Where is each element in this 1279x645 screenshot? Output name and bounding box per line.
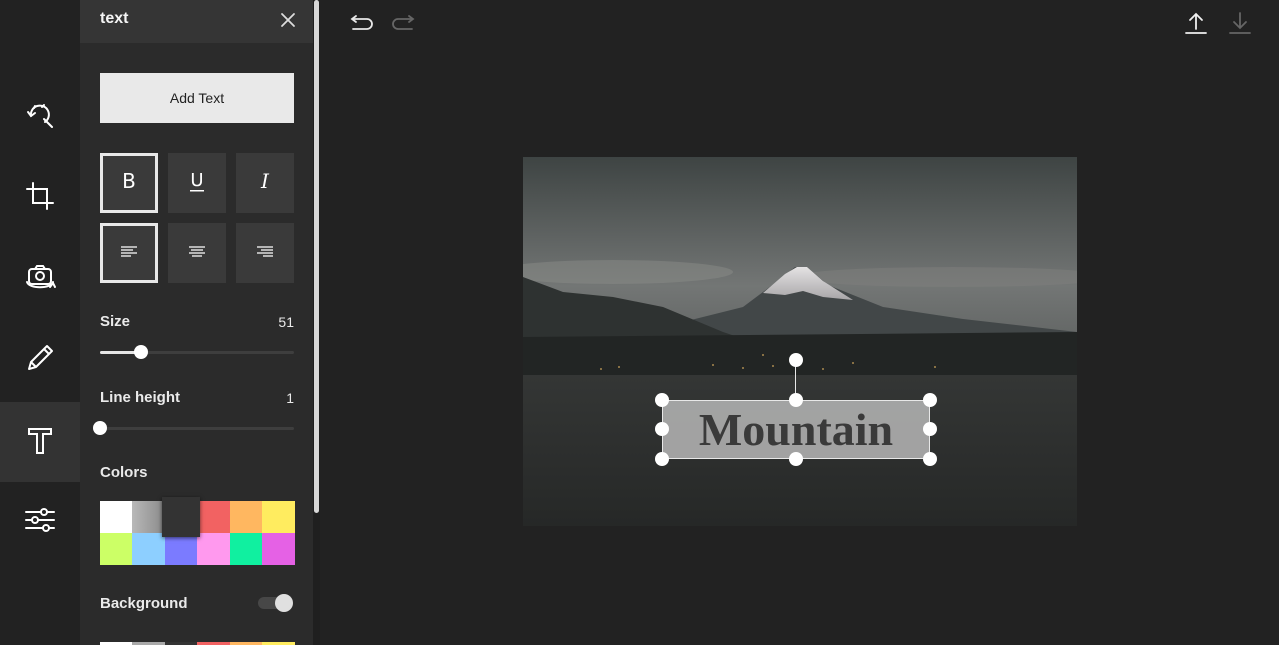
size-slider-knob[interactable] xyxy=(134,345,148,359)
photo-editor-app: text Add Text B U I Size 51 Line height … xyxy=(0,0,1279,645)
resize-handle-right[interactable] xyxy=(923,422,937,436)
background-toggle-knob xyxy=(275,594,293,612)
color-swatch[interactable] xyxy=(262,533,295,565)
canvas-text-box[interactable]: Mountain xyxy=(662,400,930,459)
align-left-icon xyxy=(117,239,141,268)
align-right-icon xyxy=(253,239,277,268)
bold-icon: B xyxy=(117,169,141,198)
background-color-swatches xyxy=(100,640,295,645)
canvas-text[interactable]: Mountain xyxy=(699,406,893,453)
canvas-image[interactable] xyxy=(523,157,1077,526)
panel-header: text xyxy=(80,0,313,43)
resize-handle-bottom[interactable] xyxy=(789,452,803,466)
color-swatch[interactable] xyxy=(100,501,133,533)
crop-icon xyxy=(23,179,57,218)
svg-text:I: I xyxy=(260,169,270,193)
text-panel: text Add Text B U I Size 51 Line height … xyxy=(80,0,313,645)
undo-icon[interactable] xyxy=(347,11,373,37)
download-icon[interactable] xyxy=(1227,10,1253,36)
underline-button[interactable]: U xyxy=(168,153,226,213)
line-height-label: Line height xyxy=(100,389,180,406)
color-swatch[interactable] xyxy=(262,501,295,533)
tool-auto-enhance[interactable] xyxy=(0,77,80,157)
size-value: 51 xyxy=(278,314,294,330)
resize-handle-top-left[interactable] xyxy=(655,393,669,407)
align-right-button[interactable] xyxy=(236,223,294,283)
color-swatch[interactable] xyxy=(229,501,263,533)
tool-text[interactable] xyxy=(0,402,80,482)
colors-label: Colors xyxy=(100,464,148,481)
rotate-camera-icon xyxy=(23,260,57,299)
adjust-sliders-icon xyxy=(23,503,57,542)
color-swatch[interactable] xyxy=(132,501,166,533)
color-swatch[interactable] xyxy=(197,533,231,565)
panel-title: text xyxy=(100,10,129,27)
color-swatch[interactable] xyxy=(132,533,166,565)
pencil-icon xyxy=(23,341,57,380)
size-label: Size xyxy=(100,313,131,330)
panel-scrollbar-thumb[interactable] xyxy=(314,0,319,513)
italic-icon: I xyxy=(253,169,277,198)
color-swatch[interactable] xyxy=(164,533,198,565)
tool-draw[interactable] xyxy=(0,320,80,400)
italic-button[interactable]: I xyxy=(236,153,294,213)
bold-button[interactable]: B xyxy=(100,153,158,213)
selected-color-swatch[interactable] xyxy=(162,497,200,537)
magic-wand-icon xyxy=(23,98,57,137)
resize-handle-left[interactable] xyxy=(655,422,669,436)
color-swatches xyxy=(100,497,295,565)
rotate-handle[interactable] xyxy=(789,353,803,367)
color-swatch[interactable] xyxy=(100,533,133,565)
resize-handle-top-right[interactable] xyxy=(923,393,937,407)
color-swatch[interactable] xyxy=(229,533,263,565)
tool-crop[interactable] xyxy=(0,158,80,238)
resize-handle-bottom-right[interactable] xyxy=(923,452,937,466)
line-height-value: 1 xyxy=(286,390,294,406)
align-center-button[interactable] xyxy=(168,223,226,283)
size-slider[interactable] xyxy=(100,345,294,359)
align-left-button[interactable] xyxy=(100,223,158,283)
panel-scrollbar[interactable] xyxy=(313,0,320,645)
background-toggle[interactable] xyxy=(258,594,294,612)
svg-text:U: U xyxy=(190,170,203,191)
tool-rotate[interactable] xyxy=(0,239,80,319)
line-height-slider[interactable] xyxy=(93,421,294,435)
color-swatch[interactable] xyxy=(197,501,231,533)
add-text-button[interactable]: Add Text xyxy=(100,73,294,123)
tool-adjust[interactable] xyxy=(0,482,80,562)
background-label: Background xyxy=(100,595,188,612)
align-center-icon xyxy=(185,239,209,268)
underline-icon: U xyxy=(185,169,209,198)
line-height-slider-knob[interactable] xyxy=(93,421,107,435)
resize-handle-top[interactable] xyxy=(789,393,803,407)
close-icon[interactable] xyxy=(278,10,298,30)
upload-icon[interactable] xyxy=(1183,10,1209,36)
text-tool-icon xyxy=(23,423,57,462)
resize-handle-bottom-left[interactable] xyxy=(655,452,669,466)
redo-icon[interactable] xyxy=(392,11,418,37)
svg-text:B: B xyxy=(122,169,136,193)
tool-rail xyxy=(0,0,80,645)
